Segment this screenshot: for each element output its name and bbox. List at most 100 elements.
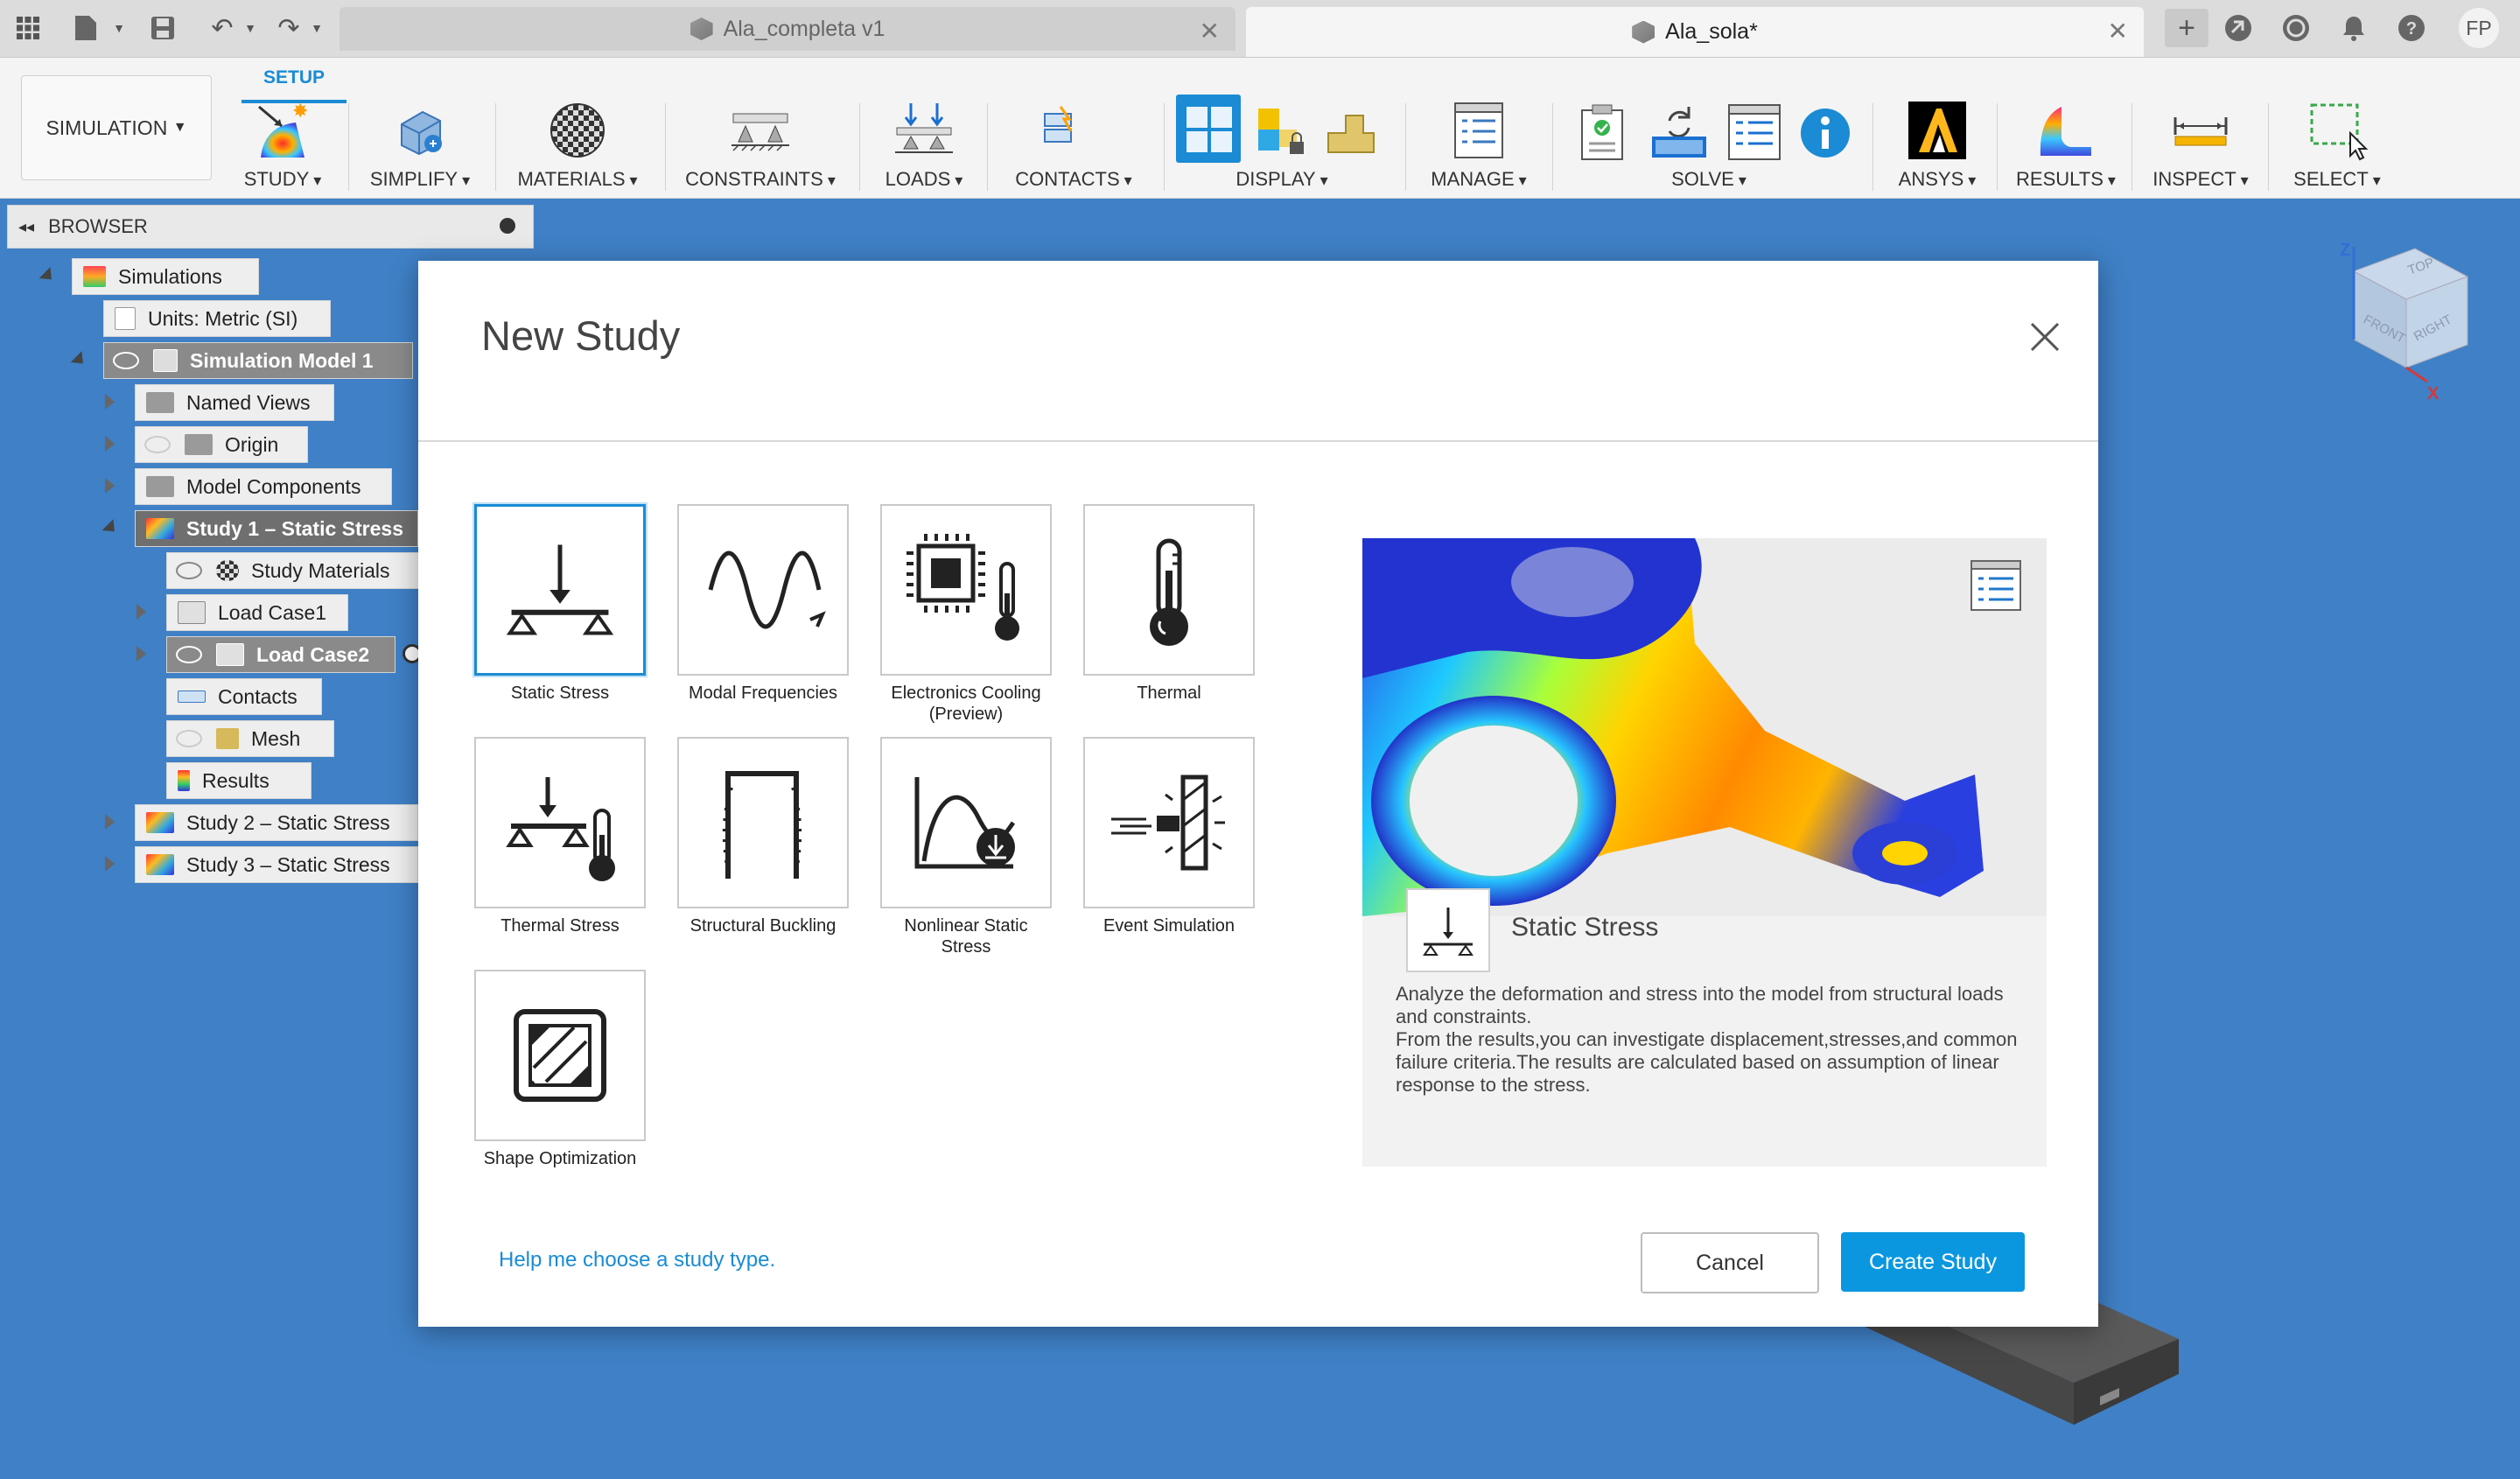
job-status-icon[interactable] xyxy=(2280,12,2312,44)
manage-icon xyxy=(1454,102,1503,158)
divider xyxy=(495,103,496,191)
ansys-group-button[interactable]: ANSYS xyxy=(1885,100,1990,196)
select-group-button[interactable]: SELECT xyxy=(2280,100,2394,196)
tree-node-study-2[interactable]: Study 2 – Static Stress xyxy=(135,804,418,841)
tab-setup[interactable]: SETUP xyxy=(242,63,346,103)
study-type-structural-buckling[interactable]: Structural Buckling xyxy=(677,737,849,936)
help-choose-study-link[interactable]: Help me choose a study type. xyxy=(499,1248,775,1272)
preview-study-name: Static Stress xyxy=(1511,913,1659,942)
tab-ala-sola[interactable]: Ala_sola* ✕ xyxy=(1246,7,2144,57)
tree-node-mesh[interactable]: Mesh xyxy=(166,720,334,757)
expand-toggle-icon[interactable] xyxy=(136,604,146,620)
close-tab-icon[interactable]: ✕ xyxy=(1200,17,1220,46)
materials-group-button[interactable]: MATERIALS xyxy=(508,100,648,196)
study-type-modal-frequencies[interactable]: Modal Frequencies xyxy=(677,504,849,704)
inspect-group-button[interactable]: INSPECT xyxy=(2144,100,2258,196)
study-settings-list-icon[interactable] xyxy=(1970,559,2022,612)
simplify-group-button[interactable]: SIMPLIFY xyxy=(360,100,480,196)
redo-dropdown-icon[interactable]: ▼ xyxy=(301,12,332,44)
visibility-eye-icon[interactable] xyxy=(176,562,202,579)
thermal-icon xyxy=(1150,538,1188,646)
dialog-title: New Study xyxy=(481,312,681,359)
expand-toggle-icon[interactable] xyxy=(102,519,121,537)
expand-toggle-icon[interactable] xyxy=(136,646,146,662)
tab-ala-completa[interactable]: Ala_completa v1 ✕ xyxy=(340,7,1236,51)
tree-node-load-case-2[interactable]: Load Case2 xyxy=(166,636,396,673)
display-group-button[interactable]: DISPLAY xyxy=(1172,95,1391,196)
loads-group-button[interactable]: LOADS xyxy=(872,100,976,196)
expand-toggle-icon[interactable] xyxy=(105,814,115,830)
tree-node-load-case-1[interactable]: Load Case1 xyxy=(166,594,348,631)
visibility-eye-icon[interactable] xyxy=(113,352,139,369)
tree-node-origin[interactable]: Origin xyxy=(135,426,308,463)
expand-toggle-icon[interactable] xyxy=(38,267,58,285)
help-icon[interactable]: ? xyxy=(2396,12,2427,44)
tree-node-named-views[interactable]: Named Views xyxy=(135,384,334,421)
tree-node-simulation-model[interactable]: Simulation Model 1 xyxy=(103,342,413,379)
close-tab-icon[interactable]: ✕ xyxy=(2108,17,2128,46)
study-group-button[interactable]: ✸ STUDY xyxy=(234,100,331,196)
expand-toggle-icon[interactable] xyxy=(105,478,115,494)
avatar[interactable]: FP xyxy=(2459,8,2499,48)
select-label: SELECT xyxy=(2280,168,2394,191)
study-preview-panel: Static Stress Analyze the deformation an… xyxy=(1362,538,2047,1167)
study-type-electronics-cooling[interactable]: Electronics Cooling (Preview) xyxy=(880,504,1052,725)
extensions-icon[interactable] xyxy=(2222,12,2254,44)
tree-node-contacts[interactable]: Contacts xyxy=(166,678,322,715)
create-study-button[interactable]: Create Study xyxy=(1841,1232,2025,1292)
visibility-hidden-icon[interactable] xyxy=(176,730,202,747)
materials-label: MATERIALS xyxy=(508,168,648,191)
notifications-bell-icon[interactable] xyxy=(2338,12,2370,44)
file-menu-icon[interactable] xyxy=(70,12,102,44)
divider xyxy=(1405,103,1406,191)
constraints-group-button[interactable]: CONSTRAINTS xyxy=(677,100,844,196)
save-icon[interactable] xyxy=(147,12,178,44)
app-grid-icon[interactable] xyxy=(12,12,44,44)
manage-group-button[interactable]: MANAGE xyxy=(1418,100,1540,196)
chevron-down-icon[interactable]: ▼ xyxy=(103,12,135,44)
divider xyxy=(859,103,860,191)
study-type-static-stress[interactable]: Static Stress xyxy=(474,504,646,704)
new-tab-icon[interactable]: + xyxy=(2165,9,2208,47)
view-cube[interactable]: TOP FRONT RIGHT Z X xyxy=(2336,236,2476,403)
tree-node-study-3[interactable]: Study 3 – Static Stress xyxy=(135,846,418,883)
browser-panel-header[interactable]: ◂◂ BROWSER xyxy=(7,205,534,249)
expand-toggle-icon[interactable] xyxy=(70,351,89,369)
expand-toggle-icon[interactable] xyxy=(105,856,115,872)
mesh-icon xyxy=(216,728,239,749)
tree-node-study-materials[interactable]: Study Materials xyxy=(166,552,422,589)
expand-toggle-icon[interactable] xyxy=(105,394,115,410)
tree-node-study-1[interactable]: Study 1 – Static Stress xyxy=(135,510,418,547)
workspace-switcher-button[interactable]: SIMULATION ▼ xyxy=(21,75,212,180)
contacts-label: CONTACTS xyxy=(999,168,1148,191)
chevron-down-icon: ▼ xyxy=(172,120,187,135)
cancel-button[interactable]: Cancel xyxy=(1641,1232,1819,1293)
info-icon xyxy=(1801,109,1850,158)
tree-node-simulations[interactable]: Simulations xyxy=(72,258,259,295)
study-icon xyxy=(146,812,174,833)
tree-node-label: Model Components xyxy=(186,474,361,498)
solve-group-button[interactable]: SOLVE xyxy=(1564,100,1853,196)
study-type-shape-optimization[interactable]: Shape Optimization xyxy=(474,970,646,1169)
expand-toggle-icon[interactable] xyxy=(105,436,115,452)
solve-label: SOLVE xyxy=(1564,168,1853,191)
visibility-hidden-icon[interactable] xyxy=(144,436,171,453)
pin-panel-icon[interactable] xyxy=(500,218,515,234)
collapse-panel-icon[interactable]: ◂◂ xyxy=(18,218,34,236)
tree-node-model-components[interactable]: Model Components xyxy=(135,468,392,505)
study-type-event-simulation[interactable]: Event Simulation xyxy=(1083,737,1255,936)
study-type-thermal-stress[interactable]: Thermal Stress xyxy=(474,737,646,936)
visibility-eye-icon[interactable] xyxy=(176,646,202,663)
redo-icon[interactable]: ↷ xyxy=(273,12,304,44)
contacts-group-button[interactable]: CONTACTS xyxy=(999,100,1148,196)
divider xyxy=(1997,103,1998,191)
study-type-thermal[interactable]: Thermal xyxy=(1083,504,1255,704)
x-axis-label: X xyxy=(2427,384,2440,403)
close-icon[interactable] xyxy=(2026,319,2063,355)
study-type-nonlinear-static-stress[interactable]: Nonlinear Static Stress xyxy=(880,737,1052,957)
undo-icon[interactable]: ↶ xyxy=(206,12,238,44)
results-group-button[interactable]: RESULTS xyxy=(2009,100,2123,196)
tree-node-units[interactable]: Units: Metric (SI) xyxy=(103,300,331,337)
undo-dropdown-icon[interactable]: ▼ xyxy=(234,12,266,44)
tree-node-results[interactable]: Results xyxy=(166,762,312,799)
